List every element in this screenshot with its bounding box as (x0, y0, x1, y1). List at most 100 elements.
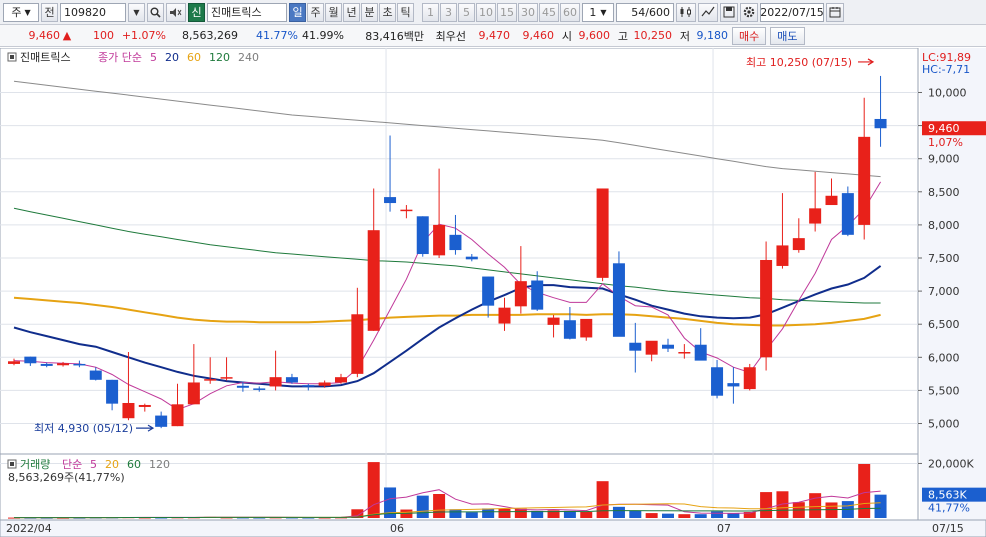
trade-amount: 83,416백만 (365, 29, 424, 43)
volume-bar (662, 513, 674, 518)
candle-body (433, 224, 446, 256)
price-change-pct: +1.07% (121, 29, 166, 42)
count-value: 54/600 (631, 5, 670, 19)
candle-type-button[interactable] (676, 2, 696, 22)
stock-chart[interactable]: 5,000 5,500 6,000 6,500 7,000 7,500 8,000 8,500… (0, 48, 986, 537)
interval-button[interactable]: 5 (458, 2, 475, 22)
price-tick-label: 7,000 (928, 285, 960, 298)
volume-bar (514, 508, 527, 518)
volume-bar (367, 462, 380, 518)
stock-name: 진매트릭스 (211, 6, 262, 19)
candle-body (514, 281, 527, 307)
chevron-down-icon: ▼ (133, 7, 140, 17)
toolbar: 주 ▼ 전 109820 ▼ 신 진매트릭스 일주월년분초틱 1 3 5 10 15 30 4… (0, 0, 986, 25)
code-dropdown-button[interactable]: ▼ (128, 2, 145, 22)
volume-bar (711, 511, 724, 518)
custom-interval-select[interactable]: 1 ▼ (582, 2, 614, 22)
candle-body (220, 377, 233, 379)
sound-button[interactable] (166, 2, 186, 22)
candle-body (874, 118, 887, 129)
period-tab[interactable]: 주 (307, 2, 324, 22)
candle-body (727, 383, 740, 387)
code-input[interactable]: 109820 (60, 2, 126, 22)
volume-legend-ma: 120 (149, 458, 170, 471)
volume-bar (760, 492, 773, 518)
price-pct-tag: 1,07% (928, 136, 963, 149)
period-tab[interactable]: 초 (379, 2, 396, 22)
candle-body (8, 361, 20, 364)
period-tab[interactable]: 틱 (397, 2, 414, 22)
candle-body (171, 404, 184, 427)
price-change: 100 (93, 29, 114, 42)
line-tool-icon (701, 6, 715, 17)
open-price: 9,600 (578, 29, 611, 42)
price-tick-label: 8,000 (928, 219, 960, 232)
interval-button[interactable]: 45 (539, 2, 559, 22)
count-input[interactable]: 54/600 (616, 2, 674, 22)
sell-button[interactable]: 매도 (770, 26, 805, 45)
candle-body (285, 377, 298, 383)
price-legend-ma: 5 (150, 51, 157, 64)
candle-body (547, 317, 560, 325)
price-legend-name: 진매트릭스 (20, 51, 71, 64)
draw-tool-button[interactable] (698, 2, 718, 22)
period-tab[interactable]: 일 (289, 2, 306, 22)
settings-button[interactable] (740, 2, 758, 22)
volume-bar (858, 464, 871, 518)
candle-body (269, 377, 282, 387)
interval-button[interactable]: 60 (560, 2, 580, 22)
interval-button[interactable]: 1 (422, 2, 439, 22)
candle-body (236, 385, 249, 388)
volume-bar (449, 509, 462, 518)
candle-body (858, 136, 871, 225)
candle-body (841, 193, 854, 235)
hc-value: HC:-7,71 (922, 63, 970, 76)
code-value: 109820 (64, 5, 106, 19)
interval-button[interactable]: 10 (476, 2, 496, 22)
up-arrow-icon: ▲ (62, 29, 72, 42)
interval-button[interactable]: 3 (440, 2, 457, 22)
date-value: 2022/07/15 (760, 5, 824, 19)
candle-body (580, 318, 593, 338)
candle-icon (680, 7, 691, 17)
candle-body (482, 276, 495, 306)
volume-legend-box-dot (10, 462, 14, 466)
period-tab[interactable]: 월 (325, 2, 342, 22)
candle-body (498, 307, 511, 324)
speaker-icon (170, 7, 182, 17)
candle-body (400, 209, 413, 212)
candle-body (155, 415, 168, 427)
save-button[interactable] (720, 2, 738, 22)
volume-bar (482, 508, 495, 518)
volume-value: 8,563,269 (182, 29, 238, 42)
price-tick-label: 9,000 (928, 153, 960, 166)
time-tick-label: 06 (390, 522, 404, 535)
interval-button[interactable]: 15 (497, 2, 517, 22)
type-button[interactable]: 전 (41, 2, 58, 22)
volume-current-value: 8,563,269주(41,77%) (8, 471, 125, 484)
period-tab[interactable]: 년 (343, 2, 360, 22)
volume-pct-tag: 41,77% (928, 502, 970, 515)
date-input[interactable]: 2022/07/15 (760, 2, 824, 22)
volume-tag: 8,563K (928, 489, 967, 502)
price-legend-ma: 120 (209, 51, 230, 64)
candle-body (563, 320, 576, 339)
period-tabs: 일주월년분초틱 (289, 2, 414, 22)
price-legend-ma: 240 (238, 51, 259, 64)
candle-body (596, 188, 609, 278)
date-picker-button[interactable] (826, 2, 844, 22)
high-label: 고 (617, 29, 628, 43)
volume-bar (596, 481, 609, 518)
market-select[interactable]: 주 ▼ (3, 2, 39, 22)
price-legend-indicator: 종가 단순 (98, 51, 142, 64)
price-tick-label: 10,000 (928, 86, 967, 99)
candle-body (662, 344, 674, 349)
candle-body (809, 208, 822, 224)
low-price: 9,180 (696, 29, 729, 42)
interval-button[interactable]: 30 (518, 2, 538, 22)
buy-button[interactable]: 매수 (732, 26, 767, 45)
period-tab[interactable]: 분 (361, 2, 378, 22)
stock-name-field: 진매트릭스 (207, 2, 287, 22)
search-button[interactable] (147, 2, 164, 22)
volume-bar (498, 509, 511, 518)
